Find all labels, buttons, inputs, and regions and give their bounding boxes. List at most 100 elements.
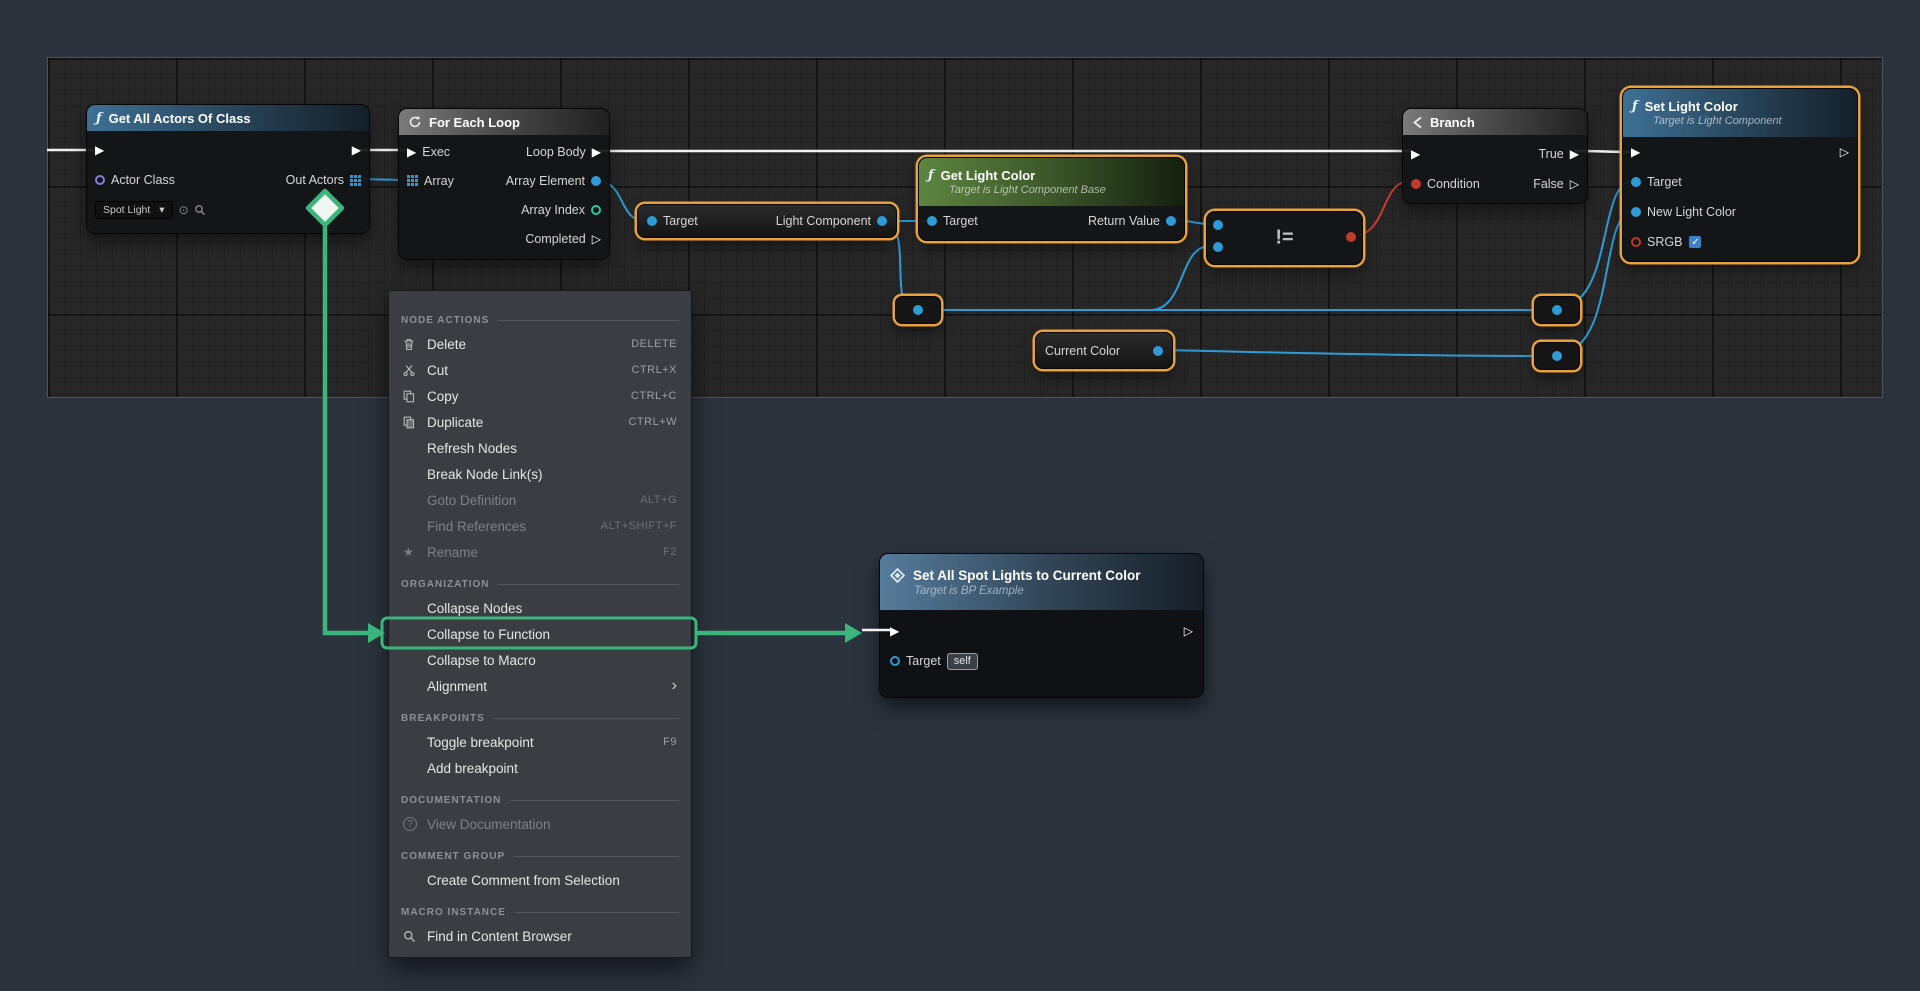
menu-item-create-comment[interactable]: Create Comment from Selection	[389, 867, 691, 893]
node-get-all-actors-of-class[interactable]: ƒ Get All Actors Of Class ▶ ▶ Actor Clas…	[86, 104, 370, 234]
pin-label: False	[1533, 177, 1564, 191]
menu-item-collapse-to-macro[interactable]: Collapse to Macro	[389, 647, 691, 673]
menu-section-header: BREAKPOINTS	[389, 699, 691, 729]
out-actors-array-pin[interactable]	[350, 175, 361, 186]
menu-item-refresh-nodes[interactable]: Refresh Nodes	[389, 435, 691, 461]
trash-icon	[403, 338, 427, 351]
menu-item-find-in-content-browser[interactable]: Find in Content Browser	[389, 923, 691, 949]
target-pin[interactable]	[927, 216, 937, 226]
node-title: Set Light Color	[1645, 99, 1738, 114]
pin-label: True	[1539, 147, 1564, 161]
srgb-pin[interactable]	[1631, 237, 1641, 247]
target-pin[interactable]	[1631, 177, 1641, 187]
variable-label: Current Color	[1045, 344, 1120, 358]
target-pin[interactable]	[890, 656, 900, 666]
menu-item-cut[interactable]: Cut CTRL+X	[389, 357, 691, 383]
node-header: Set All Spot Lights to Current Color Tar…	[880, 554, 1203, 610]
input-b-pin[interactable]	[1213, 242, 1223, 252]
target-pin[interactable]	[647, 216, 657, 226]
function-icon: ƒ	[96, 112, 102, 125]
pin-label: Out Actors	[286, 173, 344, 187]
collapsed-graph-icon	[890, 568, 905, 583]
exec-in-pin[interactable]: ▶	[407, 146, 416, 158]
menu-item-break-node-links[interactable]: Break Node Link(s)	[389, 461, 691, 487]
menu-item-delete[interactable]: Delete DELETE	[389, 331, 691, 357]
node-title: Get Light Color	[941, 168, 1036, 183]
reroute-pin[interactable]	[1552, 305, 1562, 315]
pin-label: Array Index	[521, 203, 585, 217]
srgb-checkbox[interactable]	[1688, 235, 1702, 249]
array-element-pin[interactable]	[591, 176, 601, 186]
browse-icon[interactable]	[194, 204, 206, 216]
menu-item-add-breakpoint[interactable]: Add breakpoint	[389, 755, 691, 781]
condition-pin[interactable]	[1411, 179, 1421, 189]
menu-section-header: COMMENT GROUP	[389, 837, 691, 867]
node-get-light-component[interactable]: Target Light Component	[637, 204, 897, 238]
menu-item-duplicate[interactable]: Duplicate CTRL+W	[389, 409, 691, 435]
pin-label: Light Component	[776, 214, 871, 228]
chevron-down-icon: ▾	[159, 204, 164, 216]
pin-label: Array	[424, 174, 454, 188]
menu-item-collapse-nodes[interactable]: Collapse Nodes	[389, 595, 691, 621]
menu-section-header: ORGANIZATION	[389, 565, 691, 595]
context-menu: NODE ACTIONS Delete DELETE Cut CTRL+X Co…	[388, 290, 692, 958]
menu-item-collapse-to-function[interactable]: Collapse to Function	[389, 621, 691, 647]
exec-out-pin[interactable]: ▷	[1184, 625, 1193, 637]
pin-label: Exec	[422, 145, 450, 159]
function-icon: ƒ	[928, 169, 934, 182]
pin-label: Loop Body	[526, 145, 586, 159]
menu-item-toggle-breakpoint[interactable]: Toggle breakpoint F9	[389, 729, 691, 755]
node-branch[interactable]: Branch ▶ True ▶ Condition False ▷	[1402, 108, 1588, 204]
pin-label: Target	[1647, 175, 1682, 189]
node-set-all-spot-lights-to-current-color[interactable]: Set All Spot Lights to Current Color Tar…	[879, 553, 1204, 698]
node-current-color[interactable]: Current Color	[1035, 332, 1173, 369]
exec-in-pin[interactable]: ▶	[1411, 148, 1420, 160]
question-icon: ?	[403, 817, 427, 831]
pin-label: Condition	[1427, 177, 1480, 191]
exec-in-pin[interactable]: ▶	[1631, 146, 1640, 158]
reroute-pin[interactable]	[1552, 351, 1562, 361]
pin-label: Return Value	[1088, 214, 1160, 228]
array-index-pin[interactable]	[591, 205, 601, 215]
reroute-pin[interactable]	[913, 305, 923, 315]
completed-exec-pin[interactable]: ▷	[592, 233, 601, 245]
true-exec-pin[interactable]: ▶	[1570, 148, 1579, 160]
cut-icon	[403, 364, 427, 376]
exec-out-pin[interactable]: ▶	[352, 144, 361, 156]
menu-item-copy[interactable]: Copy CTRL+C	[389, 383, 691, 409]
reroute-node[interactable]	[1534, 342, 1580, 370]
submenu-chevron-icon: ›	[672, 678, 677, 694]
menu-item-view-documentation: ? View Documentation	[389, 811, 691, 837]
reroute-node[interactable]	[1534, 296, 1580, 324]
pin-label: Actor Class	[111, 173, 175, 187]
node-not-equal[interactable]: !=	[1206, 211, 1363, 265]
exec-out-pin[interactable]: ▷	[1840, 146, 1849, 158]
node-title: Get All Actors Of Class	[109, 111, 251, 126]
pin-label: Completed	[525, 232, 585, 246]
exec-in-pin[interactable]: ▶	[890, 625, 899, 637]
loop-icon	[408, 115, 422, 129]
node-get-light-color[interactable]: ƒ Get Light Color Target is Light Compon…	[918, 157, 1185, 241]
use-selected-icon[interactable]: ⊙	[179, 203, 189, 217]
array-pin[interactable]	[407, 175, 418, 186]
bool-result-pin[interactable]	[1346, 232, 1356, 242]
light-component-pin[interactable]	[877, 216, 887, 226]
current-color-pin[interactable]	[1153, 346, 1163, 356]
menu-section-header: NODE ACTIONS	[389, 301, 691, 331]
node-for-each-loop[interactable]: For Each Loop ▶ Exec Array Loop Body ▶ A…	[398, 108, 610, 260]
menu-item-alignment[interactable]: Alignment ›	[389, 673, 691, 699]
new-light-color-pin[interactable]	[1631, 207, 1641, 217]
false-exec-pin[interactable]: ▷	[1570, 178, 1579, 190]
actor-class-dropdown[interactable]: Spot Light ▾	[95, 201, 173, 219]
node-set-light-color[interactable]: ƒ Set Light Color Target is Light Compon…	[1622, 88, 1858, 262]
loop-body-exec-pin[interactable]: ▶	[592, 146, 601, 158]
self-badge: self	[947, 653, 978, 670]
actor-class-pin[interactable]	[95, 175, 105, 185]
reroute-node[interactable]	[895, 296, 941, 324]
exec-in-pin[interactable]: ▶	[95, 144, 104, 156]
input-a-pin[interactable]	[1213, 220, 1223, 230]
menu-item-rename: ★ Rename F2	[389, 539, 691, 565]
return-value-pin[interactable]	[1166, 216, 1176, 226]
menu-item-find-references: Find References ALT+SHIFT+F	[389, 513, 691, 539]
pin-label: Target	[663, 214, 698, 228]
